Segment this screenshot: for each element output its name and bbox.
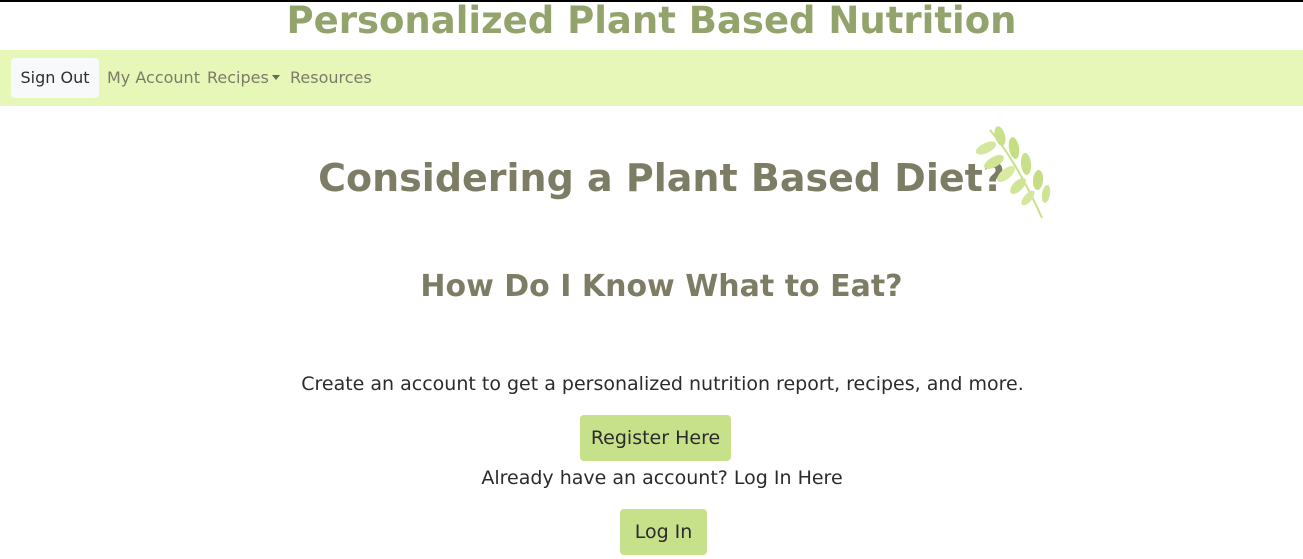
- nav-resources[interactable]: Resources: [290, 58, 372, 98]
- login-prompt: Already have an account? Log In Here: [481, 467, 843, 489]
- sign-out-button[interactable]: Sign Out: [11, 58, 99, 98]
- nav-my-account[interactable]: My Account: [107, 58, 200, 98]
- register-button[interactable]: Register Here: [580, 415, 731, 461]
- hero-subtitle: How Do I Know What to Eat?: [420, 269, 903, 304]
- signup-description: Create an account to get a personalized …: [301, 373, 1024, 395]
- hero-title: Considering a Plant Based Diet?: [318, 156, 1005, 200]
- nav-recipes-dropdown[interactable]: Recipes: [207, 58, 280, 98]
- navbar: Sign Out My Account Recipes Resources: [0, 50, 1303, 106]
- caret-down-icon: [271, 75, 280, 80]
- leaf-branch-icon: [975, 126, 1051, 219]
- login-button[interactable]: Log In: [620, 509, 707, 555]
- site-title: Personalized Plant Based Nutrition: [286, 0, 1017, 42]
- nav-recipes-label: Recipes: [207, 68, 269, 87]
